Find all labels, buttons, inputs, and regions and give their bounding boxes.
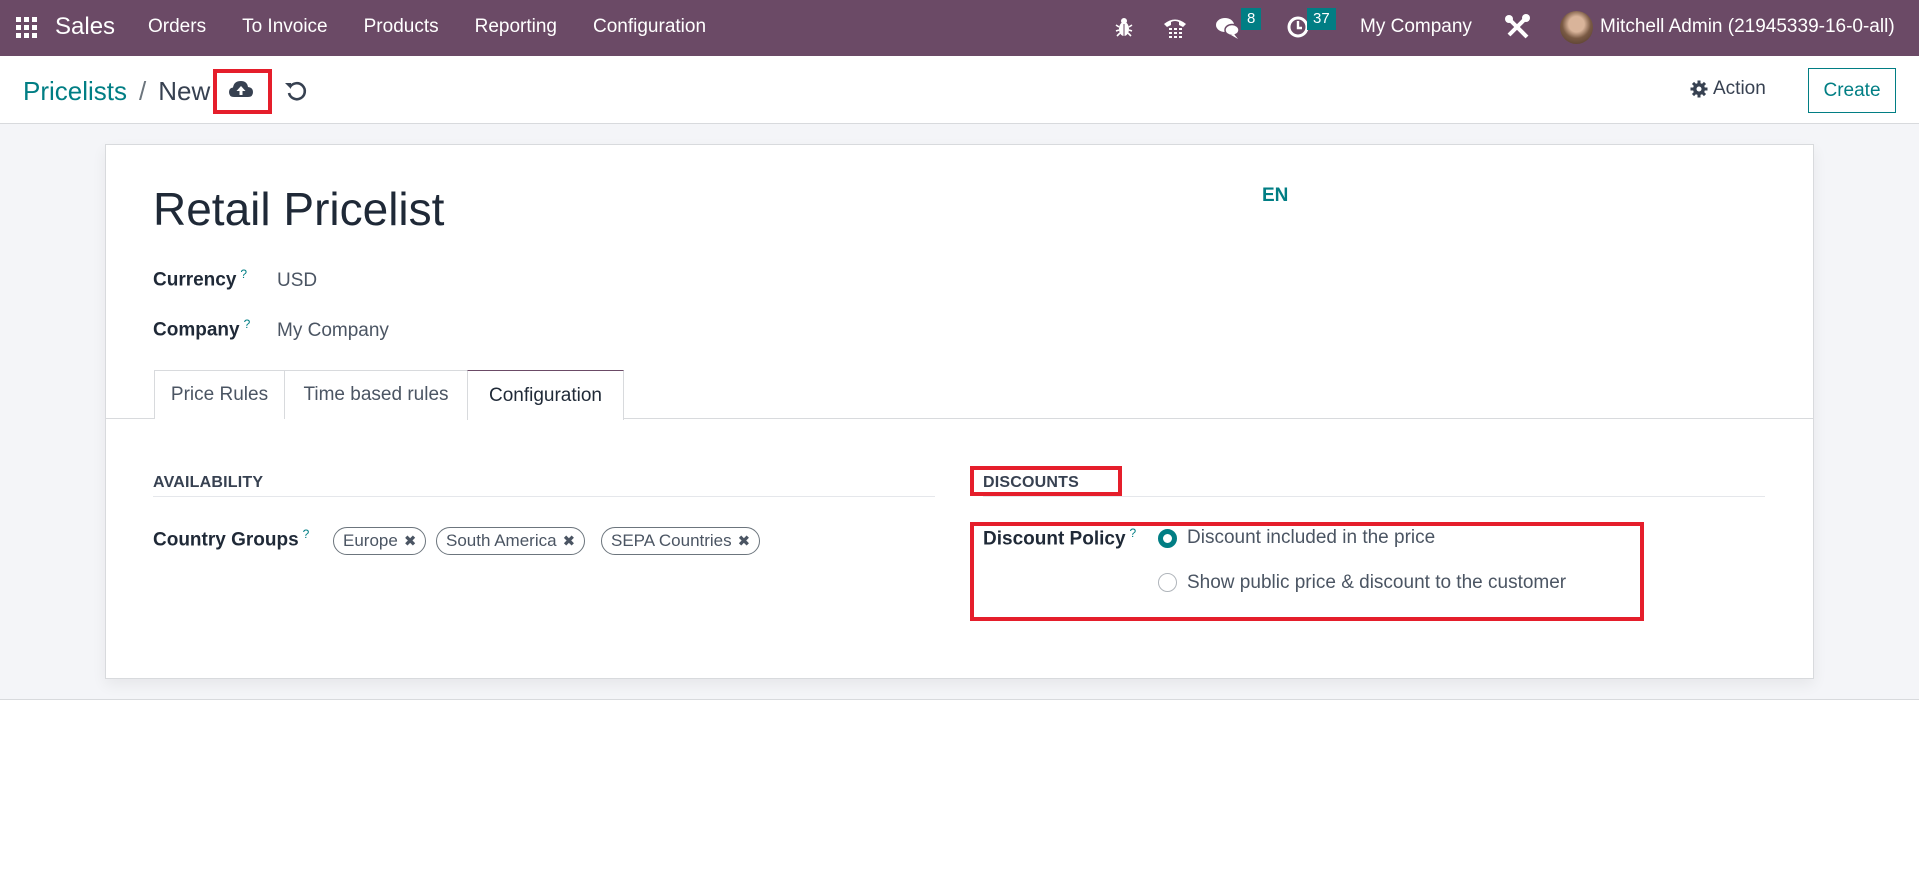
menu-item-reporting[interactable]: Reporting (475, 16, 557, 38)
activities-badge: 37 (1307, 8, 1336, 30)
availability-section-title: AVAILABILITY (153, 474, 264, 491)
app-name[interactable]: Sales (55, 13, 115, 41)
menu-item-to-invoice[interactable]: To Invoice (242, 16, 328, 38)
company-label: Company? (153, 317, 251, 341)
gear-icon (1690, 80, 1708, 98)
tools-icon[interactable] (1503, 13, 1531, 41)
country-group-tag: South America ✖ (436, 527, 586, 555)
menu-item-products[interactable]: Products (364, 16, 439, 38)
tab-configuration[interactable]: Configuration (467, 370, 624, 420)
user-avatar[interactable] (1560, 11, 1593, 44)
create-button[interactable]: Create (1808, 68, 1896, 113)
country-group-tag: SEPA Countries ✖ (601, 527, 761, 555)
radio-show-public-price[interactable] (1158, 573, 1177, 592)
radio-discount-included[interactable] (1158, 529, 1177, 548)
tab-time-based-rules[interactable]: Time based rules (284, 370, 468, 419)
pricelist-name-input[interactable]: Retail Pricelist (153, 182, 444, 236)
action-menu-button[interactable]: Action (1690, 78, 1766, 100)
messages-badge: 8 (1241, 8, 1262, 30)
user-menu[interactable]: Mitchell Admin (21945339-16-0-all) (1600, 16, 1895, 38)
help-tooltip-icon[interactable]: ? (240, 267, 247, 281)
language-toggle[interactable]: EN (1262, 185, 1288, 207)
menu-item-configuration[interactable]: Configuration (593, 16, 706, 38)
discounts-section-title: DISCOUNTS (983, 474, 1080, 491)
help-tooltip-icon[interactable]: ? (244, 317, 251, 331)
action-label: Action (1713, 78, 1766, 99)
main-menu: Orders To Invoice Products Reporting Con… (148, 16, 706, 38)
save-cloud-icon[interactable] (228, 78, 254, 100)
radio-label-show-public-price[interactable]: Show public price & discount to the cust… (1187, 572, 1566, 594)
help-tooltip-icon[interactable]: ? (303, 527, 310, 541)
availability-divider (153, 496, 935, 497)
remove-tag-icon[interactable]: ✖ (738, 532, 751, 550)
phone-icon[interactable] (1162, 15, 1188, 39)
breadcrumb: Pricelists / New (23, 76, 210, 107)
remove-tag-icon[interactable]: ✖ (563, 532, 576, 550)
radio-label-discount-included[interactable]: Discount included in the price (1187, 527, 1435, 549)
remove-tag-icon[interactable]: ✖ (404, 532, 417, 550)
discount-policy-label: Discount Policy? (983, 526, 1137, 550)
help-tooltip-icon[interactable]: ? (1130, 526, 1137, 540)
discard-undo-icon[interactable] (285, 80, 307, 102)
tab-price-rules[interactable]: Price Rules (154, 370, 285, 419)
apps-menu-icon[interactable] (16, 17, 37, 38)
top-navbar: Sales Orders To Invoice Products Reporti… (0, 0, 1919, 56)
company-switcher[interactable]: My Company (1360, 16, 1472, 38)
company-field[interactable]: My Company (277, 320, 389, 342)
country-group-tag: Europe ✖ (333, 527, 427, 555)
breadcrumb-pricelists[interactable]: Pricelists (23, 76, 127, 107)
discounts-divider (983, 496, 1765, 497)
menu-item-orders[interactable]: Orders (148, 16, 206, 38)
breadcrumb-separator: / (139, 76, 147, 106)
country-groups-label: Country Groups? (153, 527, 310, 551)
currency-field[interactable]: USD (277, 270, 317, 292)
bug-icon[interactable] (1115, 16, 1133, 38)
breadcrumb-current: New (158, 76, 211, 106)
currency-label: Currency? (153, 267, 248, 291)
chat-icon[interactable] (1215, 16, 1241, 40)
